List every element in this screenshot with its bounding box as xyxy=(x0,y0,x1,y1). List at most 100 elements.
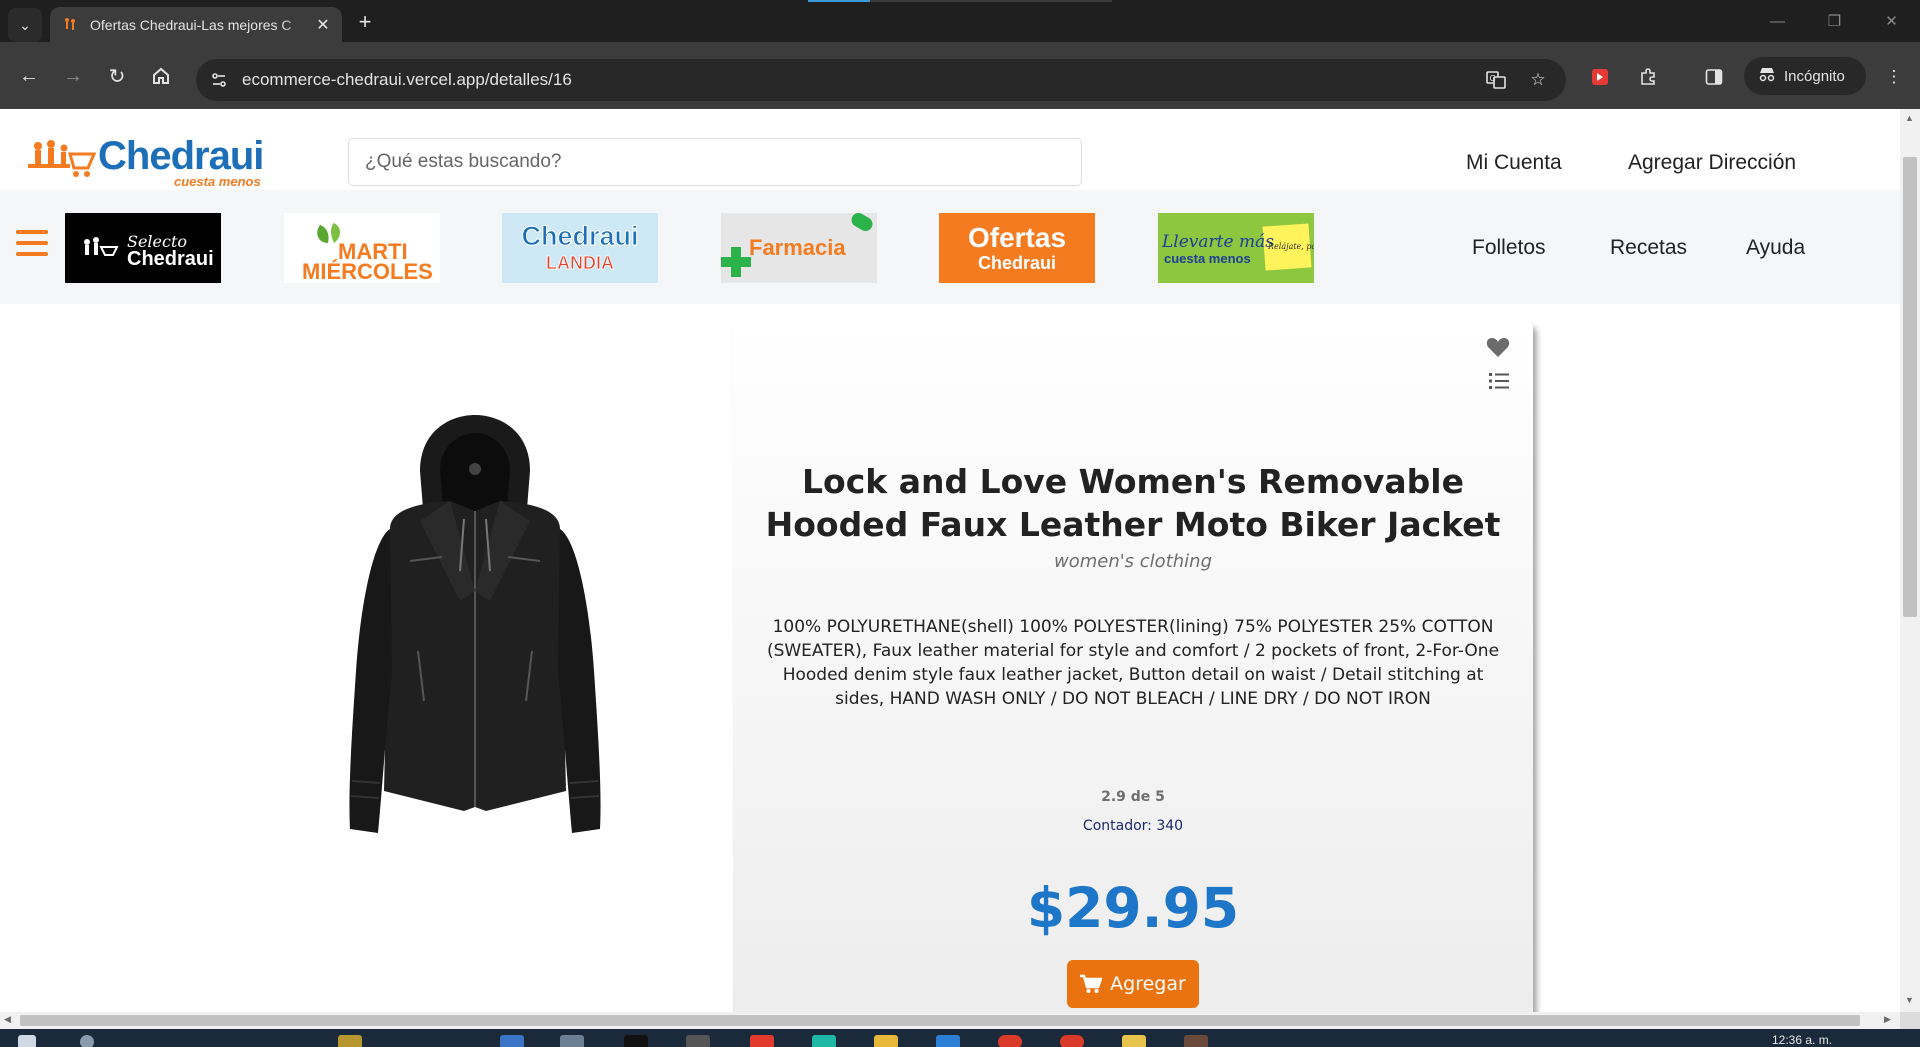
taskbar-app-icon-8[interactable] xyxy=(874,1035,898,1047)
chedraui-logo[interactable]: Chedraui cuesta menos xyxy=(26,136,266,190)
ofertas-line2: Chedraui xyxy=(978,253,1056,273)
product-review-counter: Contador: 340 xyxy=(1082,818,1184,834)
taskbar-app-icon-13[interactable] xyxy=(1184,1035,1208,1047)
taskbar-app-icon-9[interactable] xyxy=(936,1035,960,1047)
incognito-label: Incógnito xyxy=(1784,67,1845,85)
scrollbar-corner xyxy=(1900,1012,1920,1029)
site-header: Chedraui cuesta menos Mi Cuenta Agregar … xyxy=(0,109,1900,190)
taskbar-clock[interactable]: 12:36 a. m. xyxy=(1772,1033,1832,1047)
landia-line2: LANDIA xyxy=(546,253,614,273)
browser-tab-active[interactable]: Ofertas Chedraui-Las mejores C ✕ xyxy=(50,7,342,42)
incognito-icon xyxy=(1758,66,1776,86)
minimize-icon[interactable]: — xyxy=(1749,0,1806,42)
start-icon[interactable] xyxy=(18,1035,36,1047)
translate-icon[interactable]: G xyxy=(1484,68,1508,92)
ofertas-line1: Ofertas xyxy=(968,222,1066,253)
tab-close-icon[interactable]: ✕ xyxy=(314,15,332,35)
add-to-cart-label: Agregar xyxy=(1110,973,1186,995)
nav-folletos-link[interactable]: Folletos xyxy=(1472,236,1546,260)
product-category: women's clothing xyxy=(1053,551,1212,572)
my-account-link[interactable]: Mi Cuenta xyxy=(1466,151,1562,175)
product-card: Lock and Love Women's Removable Hooded F… xyxy=(733,320,1533,1012)
add-to-cart-button[interactable]: Agregar xyxy=(1067,960,1199,1008)
browser-tab-strip: ⌄ Ofertas Chedraui-Las mejores C ✕ + — ❐… xyxy=(0,0,1920,42)
product-title: Lock and Love Women's Removable Hooded F… xyxy=(765,462,1501,544)
banner-farmacia[interactable]: Farmacia xyxy=(721,213,877,283)
product-rating: 2.9 de 5 xyxy=(1101,789,1165,805)
heart-favorite-icon[interactable] xyxy=(1486,336,1510,358)
site-info-icon[interactable] xyxy=(206,67,232,93)
marti-line2: MIÉRCOLES xyxy=(302,259,433,283)
jacket-image xyxy=(349,415,601,833)
extensions-puzzle-icon[interactable] xyxy=(1634,63,1662,91)
leaf-icon xyxy=(317,225,329,243)
llevarte-note: Relájate, para ti xyxy=(1267,242,1314,251)
tab-title: Ofertas Chedraui-Las mejores C xyxy=(90,16,292,33)
horizontal-scroll-thumb[interactable] xyxy=(20,1015,1860,1026)
search-input[interactable] xyxy=(348,138,1082,186)
restore-icon[interactable]: ❐ xyxy=(1806,0,1863,42)
url-text[interactable]: ecommerce-chedraui.vercel.app/detalles/1… xyxy=(242,70,572,90)
reload-icon[interactable]: ↻ xyxy=(102,61,132,91)
banner-marti-miercoles[interactable]: MARTI MIÉRCOLES xyxy=(284,213,440,283)
vertical-scroll-thumb[interactable] xyxy=(1903,157,1917,617)
side-panel-icon[interactable] xyxy=(1700,63,1728,91)
incognito-indicator[interactable]: Incógnito xyxy=(1744,57,1866,95)
farmacia-text: Farmacia xyxy=(749,235,846,260)
scroll-up-arrow-icon[interactable]: ▲ xyxy=(1905,113,1914,123)
taskbar-app-icon-12[interactable] xyxy=(1122,1035,1146,1047)
scroll-left-arrow-icon[interactable]: ◀ xyxy=(4,1014,11,1025)
llevarte-line2: cuesta menos xyxy=(1164,251,1251,266)
scroll-right-arrow-icon[interactable]: ▶ xyxy=(1884,1014,1891,1025)
taskbar-app-icon-2[interactable] xyxy=(500,1035,524,1047)
browser-toolbar: ← → ↻ ecommerce-chedraui.vercel.app/deta… xyxy=(0,42,1920,109)
home-icon[interactable] xyxy=(146,61,176,91)
vertical-scrollbar[interactable]: ▲ ▼ xyxy=(1900,109,1920,1012)
logo-wordmark: Chedraui xyxy=(98,134,264,178)
browser-menu-icon[interactable]: ⋮ xyxy=(1880,63,1908,91)
forward-arrow-icon[interactable]: → xyxy=(58,61,88,91)
llevarte-line1: Llevarte más xyxy=(1161,232,1274,252)
hamburger-menu-icon[interactable] xyxy=(16,230,48,260)
product-price: $29.95 xyxy=(1026,876,1240,940)
taskbar-app-icon-1[interactable] xyxy=(338,1035,362,1047)
taskbar-app-icon-6[interactable] xyxy=(750,1035,774,1047)
nav-recetas-link[interactable]: Recetas xyxy=(1610,236,1687,260)
taskbar-app-icon-3[interactable] xyxy=(560,1035,584,1047)
tab-group-indicator xyxy=(808,0,870,2)
add-address-link[interactable]: Agregar Dirección xyxy=(1628,151,1796,175)
taskbar-app-icon-5[interactable] xyxy=(686,1035,710,1047)
add-to-list-icon[interactable] xyxy=(1489,372,1509,390)
tab-search-chevron-icon[interactable]: ⌄ xyxy=(8,8,42,42)
window-controls: — ❐ ✕ xyxy=(1749,0,1920,42)
extension-red-icon[interactable] xyxy=(1586,63,1614,91)
landia-line1: Chedraui xyxy=(521,221,638,251)
back-arrow-icon[interactable]: ← xyxy=(14,61,44,91)
taskbar-app-icon-10[interactable] xyxy=(998,1035,1022,1047)
banner-llevarte-mas[interactable]: Llevarte más cuesta menos Relájate, para… xyxy=(1158,213,1314,283)
bookmark-star-icon[interactable]: ☆ xyxy=(1526,68,1550,92)
new-tab-plus-icon[interactable]: + xyxy=(353,9,377,35)
horizontal-scrollbar[interactable]: ◀ ▶ xyxy=(0,1012,1900,1029)
page-viewport: Chedraui cuesta menos Mi Cuenta Agregar … xyxy=(0,109,1900,1012)
logo-figures-icon xyxy=(28,140,97,177)
selecto-figures-icon: Selecto Chedraui xyxy=(84,232,214,270)
address-bar[interactable]: ecommerce-chedraui.vercel.app/detalles/1… xyxy=(196,59,1566,101)
banner-chedraui-landia[interactable]: Chedraui LANDIA xyxy=(502,213,658,283)
taskbar-app-icon-7[interactable] xyxy=(812,1035,836,1047)
product-image xyxy=(320,411,630,851)
taskbar-app-icon-4[interactable] xyxy=(624,1035,648,1047)
banner-ofertas-chedraui[interactable]: Ofertas Chedraui xyxy=(939,213,1095,283)
selecto-big-text: Chedraui xyxy=(127,248,214,270)
banner-selecto-chedraui[interactable]: Selecto Chedraui xyxy=(65,213,221,283)
product-description: 100% POLYURETHANE(shell) 100% POLYESTER(… xyxy=(766,617,1500,709)
scroll-down-arrow-icon[interactable]: ▼ xyxy=(1905,995,1914,1005)
close-window-icon[interactable]: ✕ xyxy=(1863,0,1920,42)
chedraui-favicon-icon xyxy=(62,17,78,33)
cart-icon xyxy=(1080,974,1103,993)
os-taskbar: 12:36 a. m. xyxy=(0,1029,1920,1047)
logo-tagline: cuesta menos xyxy=(174,174,261,189)
nav-ayuda-link[interactable]: Ayuda xyxy=(1746,236,1805,260)
search-icon[interactable] xyxy=(80,1035,94,1047)
taskbar-app-icon-11[interactable] xyxy=(1060,1035,1084,1047)
